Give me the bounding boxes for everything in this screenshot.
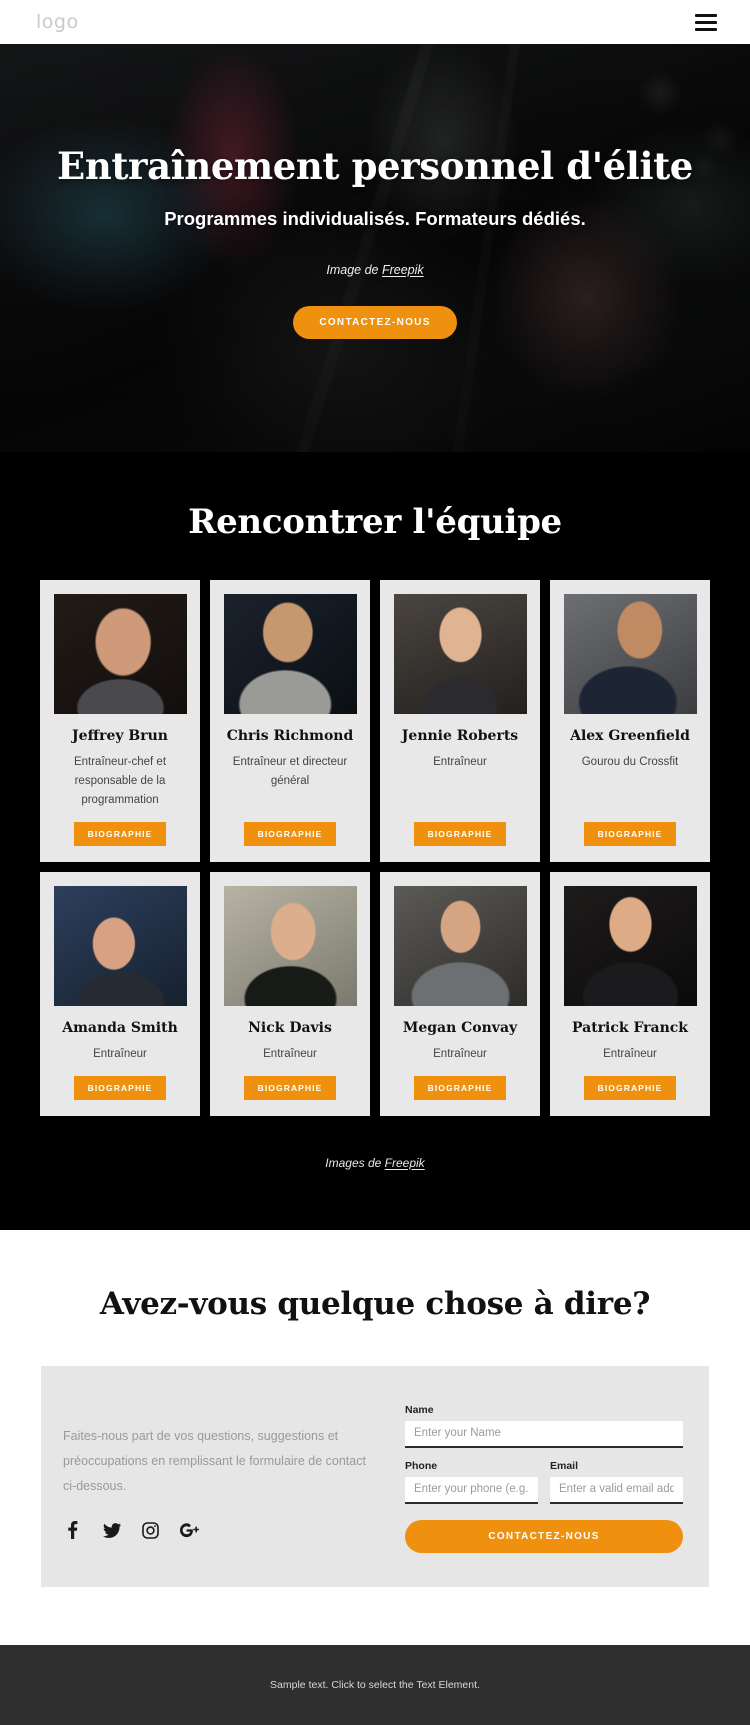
contact-title: Avez-vous quelque chose à dire? <box>99 1285 651 1322</box>
team-image-credit: Images de Freepik <box>0 1156 750 1170</box>
team-member-card[interactable]: Jennie Roberts Entraîneur BIOGRAPHIE <box>380 580 540 862</box>
google-plus-icon[interactable] <box>180 1521 199 1540</box>
hero-subtitle: Programmes individualisés. Formateurs dé… <box>164 207 586 229</box>
hamburger-bar <box>695 20 717 24</box>
member-name: Patrick Franck <box>571 1019 689 1036</box>
hero-credit-prefix: Image de <box>326 262 382 277</box>
hero-content: Entraînement personnel d'élite Programme… <box>0 44 750 339</box>
team-title: Rencontrer l'équipe <box>188 502 562 542</box>
name-input[interactable] <box>405 1420 683 1448</box>
member-name: Megan Convay <box>402 1019 518 1036</box>
member-bio-button[interactable]: BIOGRAPHIE <box>73 1075 167 1100</box>
member-bio-button[interactable]: BIOGRAPHIE <box>243 1075 337 1100</box>
team-credit-link[interactable]: Freepik <box>385 1156 425 1170</box>
name-field-label: Name <box>405 1403 434 1416</box>
team-member-card[interactable]: Nick Davis Entraîneur BIOGRAPHIE <box>210 871 370 1116</box>
phone-email-row: Phone Email <box>405 1460 683 1504</box>
hero-section: Entraînement personnel d'élite Programme… <box>0 44 750 452</box>
team-member-card[interactable]: Chris Richmond Entraîneur et directeur g… <box>210 580 370 862</box>
member-bio-button[interactable]: BIOGRAPHIE <box>583 1075 677 1100</box>
hamburger-menu-icon[interactable] <box>695 13 717 31</box>
member-photo <box>393 594 527 714</box>
contact-submit-button[interactable]: CONTACTEZ-NOUS <box>405 1519 683 1553</box>
phone-field: Phone <box>405 1460 538 1504</box>
member-photo <box>563 885 697 1006</box>
member-bio-button[interactable]: BIOGRAPHIE <box>583 821 677 846</box>
member-name: Amanda Smith <box>62 1019 178 1036</box>
member-name: Alex Greenfield <box>570 728 690 744</box>
site-footer: Sample text. Click to select the Text El… <box>0 1644 750 1725</box>
social-links <box>63 1521 371 1540</box>
member-photo <box>53 885 187 1006</box>
member-name: Nick Davis <box>248 1019 332 1036</box>
member-role: Entraîneur <box>433 756 487 768</box>
hamburger-bar <box>695 27 717 31</box>
contact-intro-text: Faites-nous part de vos questions, sugge… <box>63 1428 366 1493</box>
team-member-card[interactable]: Patrick Franck Entraîneur BIOGRAPHIE <box>550 871 710 1116</box>
phone-input[interactable] <box>405 1476 538 1504</box>
site-header: logo <box>0 0 750 44</box>
member-name: Jeffrey Brun <box>72 728 168 744</box>
phone-field-label: Phone <box>405 1459 438 1472</box>
member-role: Entraîneur <box>93 1047 147 1060</box>
member-photo <box>223 594 357 714</box>
team-member-card[interactable]: Amanda Smith Entraîneur BIOGRAPHIE <box>40 871 200 1116</box>
member-photo <box>563 594 697 714</box>
team-member-card[interactable]: Jeffrey Brun Entraîneur-chef et responsa… <box>40 580 200 862</box>
hero-title: Entraînement personnel d'élite <box>57 144 693 188</box>
member-bio-button[interactable]: BIOGRAPHIE <box>413 821 507 846</box>
contact-box: Faites-nous part de vos questions, sugge… <box>41 1365 709 1587</box>
footer-text[interactable]: Sample text. Click to select the Text El… <box>270 1679 480 1691</box>
member-role: Entraîneur-chef et responsable de la pro… <box>73 756 167 806</box>
member-name: Jennie Roberts <box>401 728 519 744</box>
team-grid: Jeffrey Brun Entraîneur-chef et responsa… <box>0 580 750 1116</box>
instagram-icon[interactable] <box>141 1521 160 1540</box>
member-photo <box>53 594 187 714</box>
logo[interactable]: logo <box>36 11 79 33</box>
team-credit-prefix: Images de <box>325 1155 385 1170</box>
email-field: Email <box>550 1460 683 1504</box>
member-role: Entraîneur <box>603 1047 657 1060</box>
team-section: Rencontrer l'équipe Jeffrey Brun Entraîn… <box>0 452 750 1230</box>
member-photo <box>393 885 527 1006</box>
member-photo <box>223 885 357 1006</box>
facebook-icon[interactable] <box>63 1521 82 1540</box>
contact-section: Avez-vous quelque chose à dire? Faites-n… <box>0 1229 750 1645</box>
member-role: Entraîneur et directeur général <box>232 756 348 787</box>
hero-image-credit: Image de Freepik <box>0 263 750 277</box>
member-bio-button[interactable]: BIOGRAPHIE <box>73 821 167 846</box>
member-role: Gourou du Crossfit <box>581 756 679 768</box>
team-member-card[interactable]: Megan Convay Entraîneur BIOGRAPHIE <box>380 871 540 1116</box>
member-role: Entraîneur <box>433 1047 487 1060</box>
contact-form: Name Phone Email CONTACTEZ-NOUS <box>405 1400 683 1553</box>
member-name: Chris Richmond <box>226 728 354 744</box>
email-input[interactable] <box>550 1476 683 1504</box>
member-role: Entraîneur <box>263 1047 317 1060</box>
member-bio-button[interactable]: BIOGRAPHIE <box>413 1075 507 1100</box>
contact-info: Faites-nous part de vos questions, sugge… <box>63 1400 391 1553</box>
twitter-icon[interactable] <box>102 1521 121 1540</box>
team-member-card[interactable]: Alex Greenfield Gourou du Crossfit BIOGR… <box>550 580 710 862</box>
member-bio-button[interactable]: BIOGRAPHIE <box>243 821 337 846</box>
hero-credit-link[interactable]: Freepik <box>382 263 424 277</box>
hero-contact-button[interactable]: CONTACTEZ-NOUS <box>293 305 457 339</box>
email-field-label: Email <box>550 1459 579 1472</box>
hamburger-bar <box>695 13 717 17</box>
